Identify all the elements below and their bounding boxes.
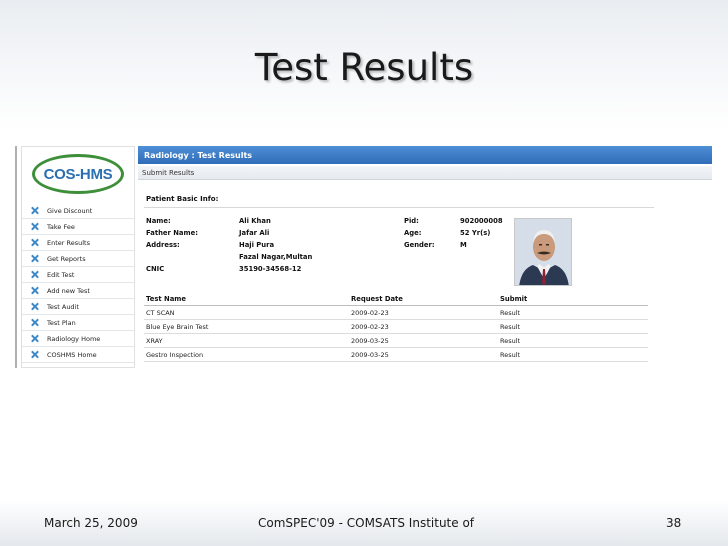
- gender-label: Gender:: [404, 241, 435, 249]
- nav-bullet-icon: [30, 238, 39, 247]
- cos-hms-logo[interactable]: COS-HMS: [32, 154, 124, 194]
- section-divider: [144, 207, 654, 208]
- column-header-submit: Submit: [500, 294, 528, 303]
- sidebar-item-enter-results[interactable]: Enter Results: [22, 235, 134, 251]
- request-date-cell: 2009-02-23: [351, 308, 389, 317]
- sidebar-item-label: Enter Results: [47, 238, 90, 247]
- address-label: Address:: [146, 241, 180, 249]
- nav-bullet-icon: [30, 334, 39, 343]
- main-panel: Radiology : Test Results Submit Results …: [138, 146, 712, 368]
- result-link[interactable]: Result: [500, 351, 648, 359]
- test-results-table: Test Name Request Date Submit CT SCAN 20…: [144, 292, 648, 362]
- nav-bullet-icon: [30, 254, 39, 263]
- sidebar-item-label: Add new Test: [47, 286, 90, 295]
- sidebar-nav: Give Discount Take Fee Enter Results Get…: [22, 203, 134, 363]
- logo-text: COS-HMS: [43, 165, 113, 183]
- sidebar-item-coshms-home[interactable]: COSHMS Home: [22, 347, 134, 363]
- table-header-row: Test Name Request Date Submit: [144, 292, 648, 306]
- panel-title: Radiology : Test Results: [138, 146, 712, 164]
- sidebar-item-add-new-test[interactable]: Add new Test: [22, 283, 134, 299]
- test-name-cell: CT SCAN: [146, 308, 175, 317]
- result-link[interactable]: Result: [500, 323, 648, 331]
- nav-bullet-icon: [30, 318, 39, 327]
- test-name-cell: Gestro Inspection: [146, 350, 204, 359]
- pid-label: Pid:: [404, 217, 419, 225]
- father-name-value: Jafar Ali: [239, 229, 270, 237]
- column-header-test-name: Test Name: [146, 294, 186, 303]
- table-row: XRAY 2009-03-25 Result: [144, 334, 648, 348]
- sidebar-item-label: Test Plan: [47, 318, 76, 327]
- sidebar-item-label: Give Discount: [47, 206, 93, 215]
- cnic-label: CNIC: [146, 265, 165, 273]
- request-date-cell: 2009-02-23: [351, 322, 389, 331]
- sidebar-item-label: Take Fee: [47, 222, 75, 231]
- screenshot-frame-edge: [15, 146, 17, 368]
- table-row: CT SCAN 2009-02-23 Result: [144, 306, 648, 320]
- sidebar-item-give-discount[interactable]: Give Discount: [22, 203, 134, 219]
- sidebar-item-label: Test Audit: [47, 302, 79, 311]
- logo-area: COS-HMS: [22, 147, 134, 201]
- name-value: Ali Khan: [239, 217, 271, 225]
- sidebar-item-label: COSHMS Home: [47, 350, 97, 359]
- pid-value: 902000008: [460, 217, 503, 225]
- table-row: Blue Eye Brain Test 2009-02-23 Result: [144, 320, 648, 334]
- panel-subtitle: Submit Results: [138, 166, 712, 180]
- gender-value: M: [460, 241, 467, 249]
- sidebar-item-test-plan[interactable]: Test Plan: [22, 315, 134, 331]
- request-date-cell: 2009-03-25: [351, 350, 389, 359]
- column-header-request-date: Request Date: [351, 294, 403, 303]
- table-row: Gestro Inspection 2009-03-25 Result: [144, 348, 648, 362]
- sidebar-item-take-fee[interactable]: Take Fee: [22, 219, 134, 235]
- nav-bullet-icon: [30, 222, 39, 231]
- sidebar-item-radiology-home[interactable]: Radiology Home: [22, 331, 134, 347]
- request-date-cell: 2009-03-25: [351, 336, 389, 345]
- age-label: Age:: [404, 229, 422, 237]
- age-value: 52 Yr(s): [460, 229, 491, 237]
- footer-center-text: ComSPEC'09 - COMSATS Institute of Info: [258, 516, 476, 530]
- footer-date: March 25, 2009: [44, 516, 138, 530]
- nav-bullet-icon: [30, 270, 39, 279]
- father-name-label: Father Name:: [146, 229, 198, 237]
- nav-bullet-icon: [30, 206, 39, 215]
- patient-section-label: Patient Basic Info:: [146, 195, 219, 203]
- patient-portrait-icon: [515, 219, 571, 285]
- nav-bullet-icon: [30, 286, 39, 295]
- nav-bullet-icon: [30, 302, 39, 311]
- sidebar-item-label: Edit Test: [47, 270, 75, 279]
- patient-photo: [514, 218, 572, 286]
- result-link[interactable]: Result: [500, 309, 648, 317]
- cnic-value: 35190-34568-12: [239, 265, 302, 273]
- sidebar-item-label: Get Reports: [47, 254, 86, 263]
- name-label: Name:: [146, 217, 171, 225]
- result-link[interactable]: Result: [500, 337, 648, 345]
- slide-title: Test Results: [254, 46, 474, 89]
- nav-bullet-icon: [30, 350, 39, 359]
- sidebar-item-get-reports[interactable]: Get Reports: [22, 251, 134, 267]
- test-name-cell: Blue Eye Brain Test: [146, 322, 209, 331]
- sidebar-item-label: Radiology Home: [47, 334, 101, 343]
- sidebar-item-test-audit[interactable]: Test Audit: [22, 299, 134, 315]
- sidebar: COS-HMS Give Discount Take Fee Enter Res…: [21, 146, 135, 368]
- sidebar-item-edit-test[interactable]: Edit Test: [22, 267, 134, 283]
- test-name-cell: XRAY: [146, 336, 163, 345]
- address-line2: Fazal Nagar,Multan: [239, 253, 313, 261]
- footer-page-number: 38: [666, 516, 682, 530]
- address-line1: Haji Pura: [239, 241, 275, 249]
